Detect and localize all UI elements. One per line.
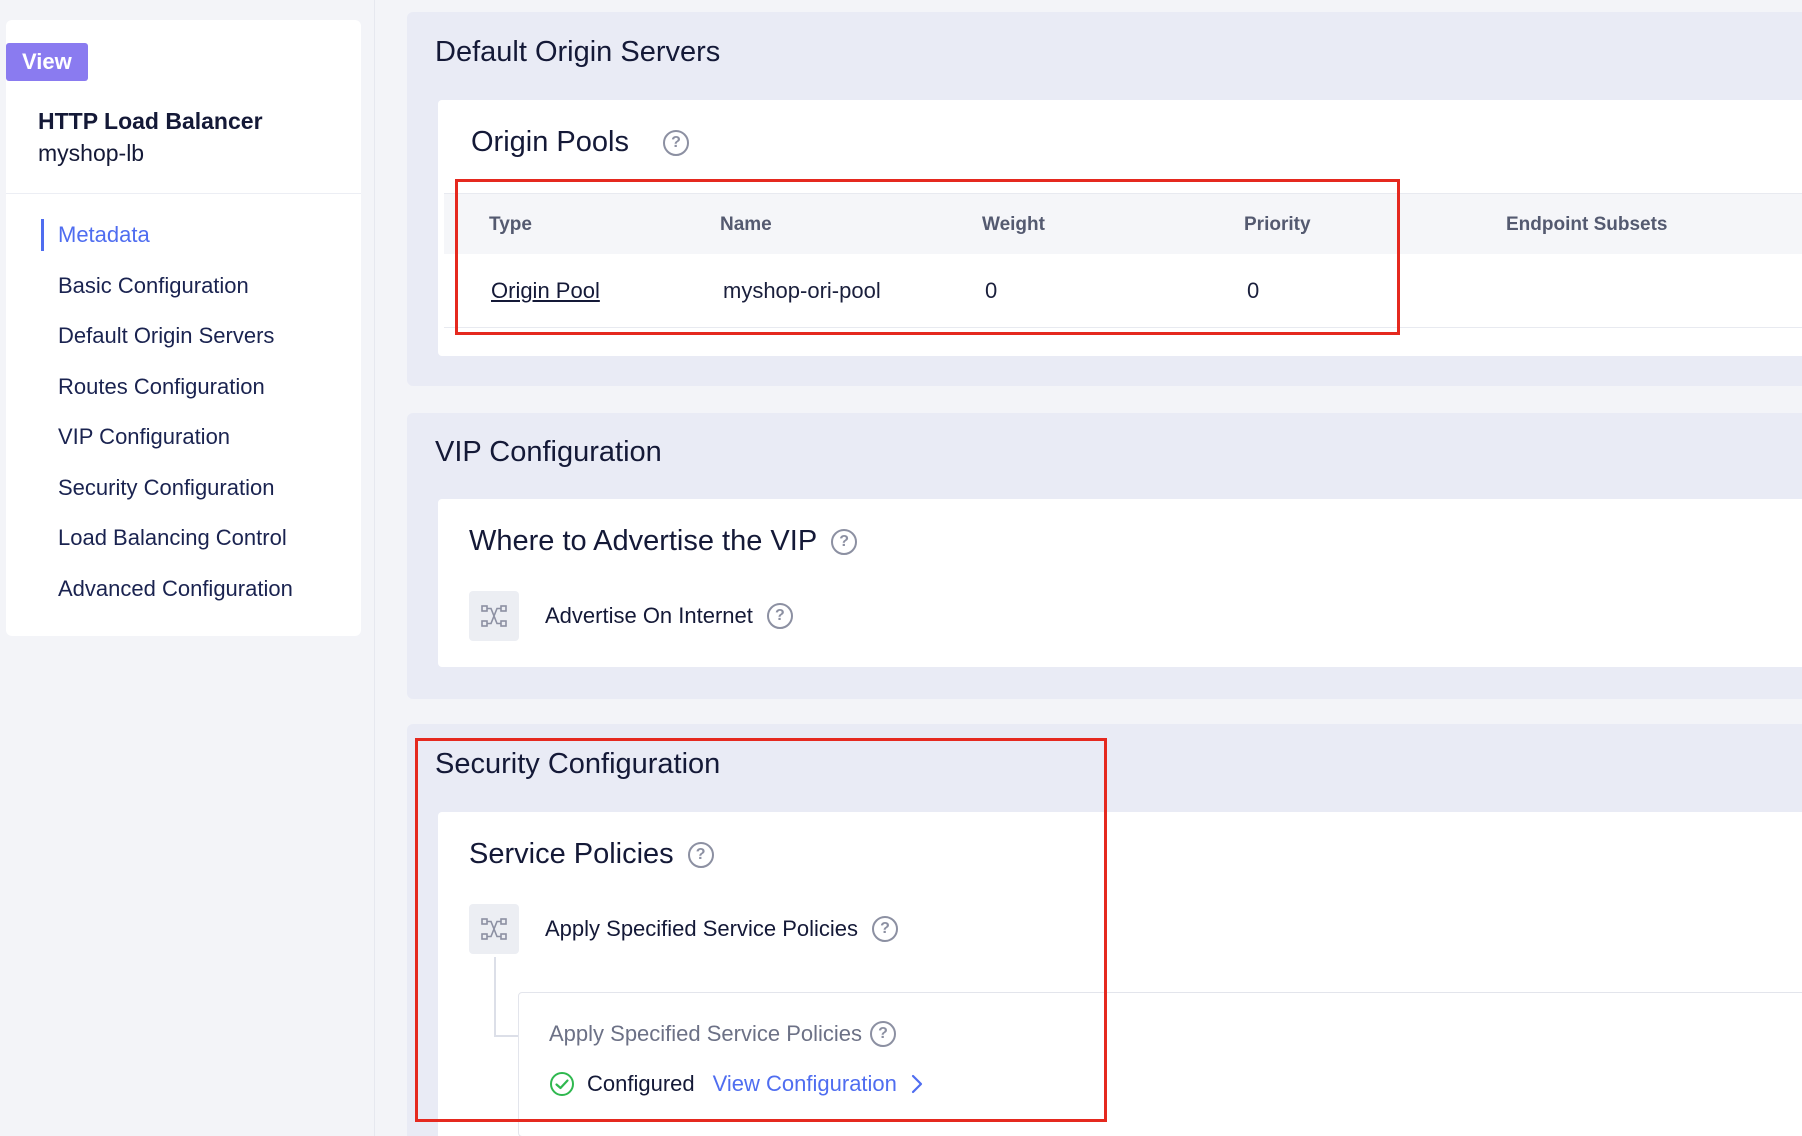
option-label: Advertise On Internet bbox=[545, 603, 753, 628]
question-circle-icon[interactable]: ? bbox=[766, 603, 793, 629]
status-text: Configured bbox=[587, 1071, 695, 1096]
branch-icon bbox=[469, 591, 519, 641]
card-title: Service Policies bbox=[469, 838, 674, 870]
sidebar-item-default-origin-servers[interactable]: Default Origin Servers bbox=[6, 311, 361, 362]
chevron-right-icon[interactable] bbox=[911, 1074, 923, 1094]
view-configuration-link[interactable]: View Configuration bbox=[713, 1071, 897, 1097]
question-circle-icon[interactable]: ? bbox=[662, 129, 689, 156]
sidebar-divider bbox=[6, 193, 361, 194]
branch-icon bbox=[469, 904, 519, 954]
section-title: Security Configuration bbox=[435, 748, 721, 780]
sidebar: View HTTP Load Balancer myshop-lb Metada… bbox=[0, 0, 375, 1136]
sidebar-item-security-configuration[interactable]: Security Configuration bbox=[6, 463, 361, 514]
object-name: myshop-lb bbox=[38, 140, 145, 166]
origin-pool-type-link[interactable]: Origin Pool bbox=[491, 254, 600, 328]
section-security-configuration: Security Configuration Service Policies … bbox=[407, 724, 1802, 1136]
sidebar-item-metadata[interactable]: Metadata bbox=[6, 210, 361, 261]
sidebar-item-advanced-configuration[interactable]: Advanced Configuration bbox=[6, 564, 361, 615]
sidebar-item-load-balancing-control[interactable]: Load Balancing Control bbox=[6, 513, 361, 564]
origin-pool-weight: 0 bbox=[985, 278, 998, 303]
origin-pools-card: Origin Pools ? Type Name Weight Priority… bbox=[438, 100, 1802, 356]
table-row: Origin Pool myshop-ori-pool 0 0 bbox=[444, 254, 1802, 328]
section-title: Default Origin Servers bbox=[435, 36, 721, 68]
origin-pool-name: myshop-ori-pool bbox=[723, 278, 881, 303]
tree-connector bbox=[494, 1035, 518, 1037]
sidebar-card: View HTTP Load Balancer myshop-lb Metada… bbox=[6, 20, 361, 636]
column-header-name[interactable]: Name bbox=[720, 194, 772, 255]
sidebar-item-basic-configuration[interactable]: Basic Configuration bbox=[6, 261, 361, 312]
section-default-origin-servers: Default Origin Servers Origin Pools ? Ty… bbox=[407, 12, 1802, 386]
section-vip-configuration: VIP Configuration Where to Advertise the… bbox=[407, 413, 1802, 699]
sidebar-nav: Metadata Basic Configuration Default Ori… bbox=[6, 210, 361, 614]
origin-pool-priority: 0 bbox=[1247, 278, 1260, 303]
check-circle-icon bbox=[549, 1071, 575, 1097]
question-circle-icon[interactable]: ? bbox=[687, 841, 714, 868]
advertise-option: Advertise On Internet ? bbox=[469, 591, 793, 641]
object-type: HTTP Load Balancer bbox=[38, 108, 263, 134]
tree-connector bbox=[494, 957, 496, 1037]
question-circle-icon[interactable]: ? bbox=[872, 916, 899, 942]
section-title: VIP Configuration bbox=[435, 436, 662, 468]
option-label: Apply Specified Service Policies bbox=[545, 916, 859, 941]
service-policies-card: Service Policies ? Apply Specified Servi… bbox=[438, 812, 1802, 1136]
column-header-endpoint-subsets[interactable]: Endpoint Subsets bbox=[1506, 194, 1668, 255]
question-circle-icon[interactable]: ? bbox=[831, 528, 858, 555]
service-policies-sub-card: Apply Specified Service Policies ? Confi… bbox=[518, 992, 1802, 1136]
column-header-priority[interactable]: Priority bbox=[1244, 194, 1311, 255]
sidebar-item-vip-configuration[interactable]: VIP Configuration bbox=[6, 412, 361, 463]
sub-card-title: Apply Specified Service Policies bbox=[549, 1021, 863, 1046]
service-policy-option: Apply Specified Service Policies ? bbox=[469, 904, 899, 954]
question-circle-icon[interactable]: ? bbox=[870, 1021, 897, 1047]
column-header-weight[interactable]: Weight bbox=[982, 194, 1045, 255]
sidebar-item-routes-configuration[interactable]: Routes Configuration bbox=[6, 362, 361, 413]
app-root: View HTTP Load Balancer myshop-lb Metada… bbox=[0, 0, 1802, 1136]
table-header: Type Name Weight Priority Endpoint Subse… bbox=[444, 193, 1802, 254]
view-mode-badge: View bbox=[6, 43, 88, 81]
advertise-vip-card: Where to Advertise the VIP ? Advertise O… bbox=[438, 499, 1802, 667]
column-header-type[interactable]: Type bbox=[489, 194, 532, 255]
card-title: Origin Pools bbox=[471, 126, 629, 158]
card-title: Where to Advertise the VIP bbox=[469, 525, 818, 557]
